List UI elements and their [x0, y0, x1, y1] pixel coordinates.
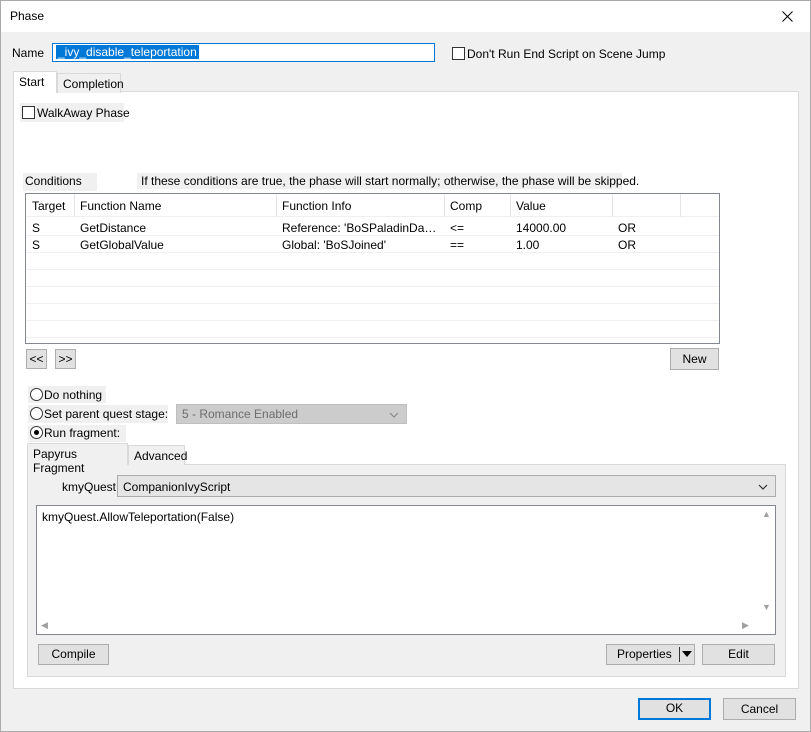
do-nothing-label: Do nothing: [44, 388, 103, 402]
move-up-button[interactable]: <<: [26, 349, 47, 369]
set-stage-radio[interactable]: [30, 407, 43, 420]
col-target[interactable]: Target: [26, 194, 74, 217]
cell-target: S: [32, 221, 41, 235]
cell-op: OR: [618, 238, 636, 252]
col-function-info[interactable]: Function Info: [276, 194, 444, 217]
tab-completion-label: Completion: [63, 77, 124, 91]
kmyquest-value: CompanionIvyScript: [123, 480, 231, 494]
col-divider: [680, 194, 681, 217]
kmyquest-label: kmyQuest: [62, 480, 117, 494]
col-op[interactable]: [612, 194, 680, 217]
conditions-label: Conditions: [25, 174, 82, 188]
kmyquest-select[interactable]: CompanionIvyScript: [117, 475, 776, 497]
quest-stage-select[interactable]: 5 - Romance Enabled: [176, 404, 407, 424]
title-bar: Phase: [1, 1, 810, 32]
vertical-scrollbar[interactable]: ▲ ▼: [758, 506, 775, 619]
walkaway-checkbox[interactable]: [22, 106, 35, 119]
cell-target: S: [32, 238, 41, 252]
move-down-button[interactable]: >>: [55, 349, 76, 369]
tab-start[interactable]: Start: [13, 71, 57, 93]
walkaway-label: WalkAway Phase: [37, 106, 130, 120]
properties-button[interactable]: Properties: [606, 644, 695, 665]
conditions-table[interactable]: Target Function Name Function Info Comp …: [25, 193, 720, 344]
run-fragment-label: Run fragment:: [44, 426, 121, 440]
table-row-empty: [26, 304, 719, 321]
cell-comp: ==: [450, 238, 465, 252]
dropdown-arrow-icon[interactable]: [682, 650, 692, 658]
chevron-down-icon: [389, 412, 399, 418]
cell-function-info: Global: 'BoSJoined': [282, 238, 386, 252]
ok-button[interactable]: OK: [638, 698, 711, 720]
cell-value: 14000.00: [516, 221, 567, 235]
close-icon: [781, 11, 793, 22]
fragment-code-editor[interactable]: kmyQuest.AllowTeleportation(False) ▲ ▼ ◀…: [36, 505, 776, 635]
scroll-left-icon[interactable]: ◀: [41, 620, 48, 631]
new-condition-button[interactable]: New: [670, 348, 719, 370]
scroll-down-icon[interactable]: ▼: [762, 602, 771, 612]
edit-button[interactable]: Edit: [702, 644, 775, 665]
tab-advanced[interactable]: Advanced: [128, 445, 188, 465]
cell-function-name: GetGlobalValue: [80, 238, 164, 252]
phase-dialog: Phase Name _ivy_disable_teleportation Do…: [0, 0, 811, 732]
table-row-empty: [26, 253, 719, 270]
col-comp[interactable]: Comp: [444, 194, 510, 217]
cancel-button[interactable]: Cancel: [723, 698, 796, 720]
cell-function-name: GetDistance: [80, 221, 147, 235]
dont-run-end-script-label: Don't Run End Script on Scene Jump: [467, 47, 666, 61]
properties-label: Properties: [617, 647, 672, 661]
name-input[interactable]: _ivy_disable_teleportation: [52, 43, 435, 62]
name-label: Name: [12, 46, 45, 60]
scroll-up-icon[interactable]: ▲: [762, 509, 771, 519]
scroll-right-icon[interactable]: ▶: [742, 620, 749, 631]
cell-function-info: Reference: 'BoSPaladinDanse...: [282, 221, 444, 235]
cell-value: 1.00: [516, 238, 540, 252]
close-button[interactable]: [764, 1, 810, 32]
quest-stage-value: 5 - Romance Enabled: [182, 407, 299, 421]
window-title: Phase: [10, 9, 45, 23]
tab-papyrus-fragment[interactable]: Papyrus Fragment: [27, 443, 128, 475]
fragment-code: kmyQuest.AllowTeleportation(False): [42, 510, 235, 524]
set-stage-label: Set parent quest stage:: [44, 407, 169, 421]
tab-start-label: Start: [19, 75, 45, 89]
tab-papyrus-fragment-label: Papyrus Fragment: [33, 447, 85, 475]
table-row[interactable]: S GetDistance Reference: 'BoSPaladinDans…: [26, 219, 719, 236]
table-header: Target Function Name Function Info Comp …: [26, 194, 719, 217]
table-row-empty: [26, 270, 719, 287]
dont-run-end-script-checkbox[interactable]: [452, 47, 465, 60]
conditions-description: If these conditions are true, the phase …: [141, 174, 640, 188]
col-value[interactable]: Value: [510, 194, 612, 217]
chevron-down-icon: [758, 484, 768, 490]
compile-button[interactable]: Compile: [38, 644, 109, 665]
cell-op: OR: [618, 221, 636, 235]
horizontal-scrollbar[interactable]: ◀ ▶: [37, 617, 758, 634]
col-function-name[interactable]: Function Name: [74, 194, 276, 217]
table-row-empty: [26, 287, 719, 304]
cell-comp: <=: [450, 221, 465, 235]
table-row[interactable]: S GetGlobalValue Global: 'BoSJoined' == …: [26, 236, 719, 253]
run-fragment-radio[interactable]: [30, 426, 43, 439]
table-row-empty: [26, 321, 719, 338]
tab-advanced-label: Advanced: [134, 449, 188, 463]
name-value: _ivy_disable_teleportation: [56, 45, 199, 59]
split-divider: [679, 647, 680, 662]
tab-completion[interactable]: Completion: [57, 73, 124, 93]
do-nothing-radio[interactable]: [30, 388, 43, 401]
